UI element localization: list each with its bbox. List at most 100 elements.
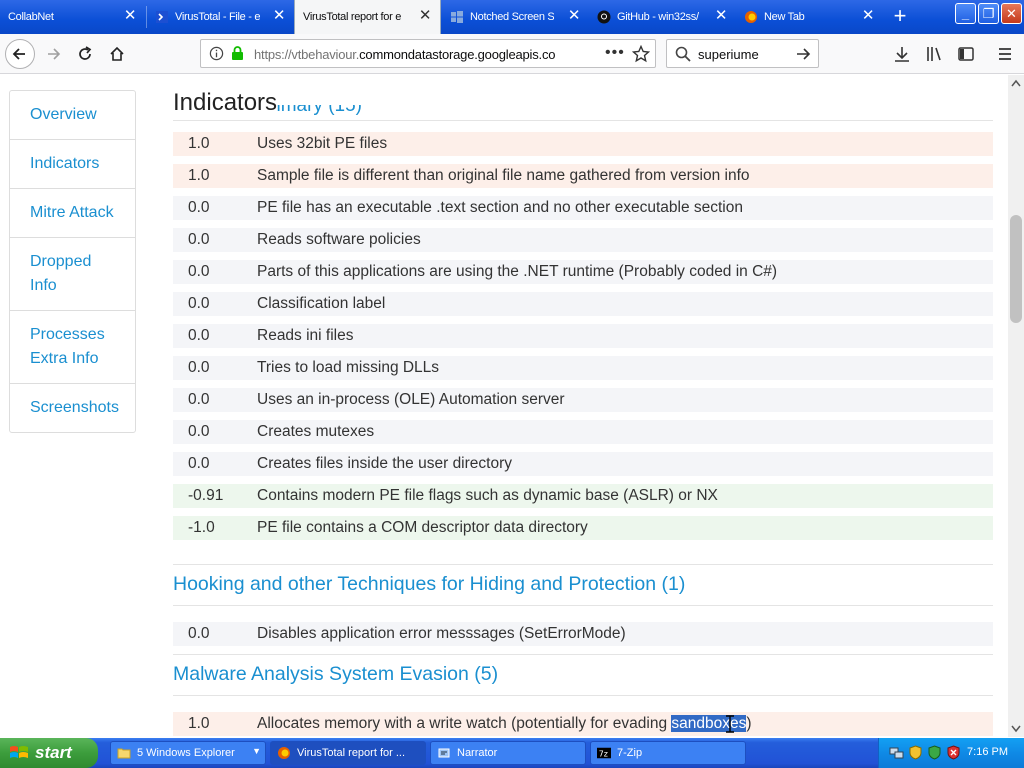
system-clock: 7:16 PM — [967, 746, 1008, 758]
search-input[interactable]: superiume — [698, 47, 759, 62]
taskbar-item-label: Narrator — [457, 747, 498, 759]
url-text[interactable]: https://vtbehaviour.commondatastorage.go… — [254, 47, 576, 62]
indicator-description: Uses an in-process (OLE) Automation serv… — [257, 391, 565, 408]
page-actions-icon[interactable]: ••• — [605, 44, 625, 62]
reload-button[interactable] — [70, 39, 100, 69]
antivirus-icon[interactable] — [927, 745, 942, 760]
tab-virustotal-report[interactable]: VirusTotal report for e ✕ — [294, 0, 441, 34]
indicator-score: -0.91 — [188, 487, 224, 504]
minimize-window-button[interactable]: _ — [955, 3, 976, 24]
indicator-row-hooking: 0.0 Disables application error messsages… — [173, 622, 993, 654]
home-button[interactable] — [102, 39, 132, 69]
table-row: 0.0 Uses an in-process (OLE) Automation s… — [173, 388, 993, 412]
taskbar-item-narrator[interactable]: Narrator — [430, 741, 586, 765]
section-title-hooking[interactable]: Hooking and other Techniques for Hiding … — [173, 573, 685, 596]
sidebar-item-processes-extra-info[interactable]: Processes Extra Info — [10, 311, 135, 384]
github-favicon-icon — [597, 10, 611, 24]
tab-new-tab[interactable]: New Tab ✕ — [736, 0, 883, 34]
sidebar-item-indicators[interactable]: Indicators — [10, 140, 135, 189]
url-host: commondatastorage.googleapis.co — [359, 47, 556, 62]
address-bar[interactable]: https://vtbehaviour.commondatastorage.go… — [200, 39, 656, 68]
security-shield-icon[interactable] — [908, 745, 923, 760]
indicator-score: 0.0 — [188, 455, 210, 472]
sidebar-item-screenshots[interactable]: Screenshots — [10, 384, 135, 432]
sidebar-item-mitre-attack[interactable]: Mitre Attack — [10, 189, 135, 238]
url-prefix: https://vtbehaviour. — [254, 47, 360, 62]
indicator-description: Parts of this applications are using the… — [257, 263, 778, 280]
forward-button[interactable] — [38, 39, 68, 69]
reload-icon — [79, 46, 92, 60]
library-icon[interactable] — [925, 45, 943, 63]
taskbar-item-windows-explorer[interactable]: 5 Windows Explorer ▼ — [110, 741, 266, 765]
windows-security-alert-icon[interactable] — [946, 745, 961, 760]
description-text: Allocates memory with a write watch (pot… — [257, 715, 672, 732]
section-title-evasion[interactable]: Malware Analysis System Evasion (5) — [173, 663, 498, 686]
indicator-description: Creates files inside the user directory — [257, 455, 513, 472]
tab-label: Notched Screen S — [470, 11, 555, 23]
section-divider — [173, 605, 993, 606]
sidebar-item-dropped-info[interactable]: Dropped Info — [10, 238, 135, 311]
info-icon[interactable] — [209, 46, 224, 61]
close-tab-icon[interactable]: ✕ — [567, 8, 581, 23]
back-button[interactable] — [5, 39, 35, 69]
close-tab-icon[interactable]: ✕ — [272, 8, 286, 23]
sidebar-item-overview[interactable]: Overview — [10, 91, 135, 140]
taskbar-item-label: 5 Windows Explorer — [137, 747, 235, 759]
close-tab-icon[interactable]: ✕ — [714, 8, 728, 23]
table-row: -1.0 PE file contains a COM descriptor da… — [173, 516, 993, 540]
indicator-score: 0.0 — [188, 359, 210, 376]
indicator-description: Reads software policies — [257, 231, 421, 248]
table-row: 0.0 Classification label — [173, 292, 993, 316]
taskbar-item-firefox[interactable]: VirusTotal report for ... — [270, 741, 426, 765]
close-window-button[interactable]: ✕ — [1001, 3, 1022, 24]
table-row: 1.0 Allocates memory with a write watch … — [173, 712, 993, 736]
download-icon[interactable] — [893, 45, 911, 63]
indicator-score: 0.0 — [188, 231, 210, 248]
vertical-scrollbar[interactable] — [1008, 75, 1024, 737]
taskbar-item-7zip[interactable]: 7z 7-Zip — [590, 741, 746, 765]
close-tab-icon[interactable]: ✕ — [123, 8, 137, 23]
table-row: 0.0 PE file has an executable .text secti… — [173, 196, 993, 220]
tab-label: VirusTotal - File - e — [175, 11, 261, 23]
hamburger-menu-icon[interactable] — [996, 45, 1014, 63]
maximize-window-button[interactable]: ❐ — [978, 3, 999, 24]
new-tab-plus-icon[interactable]: + — [888, 4, 912, 28]
page-content: Overview Indicators Mitre Attack Dropped… — [0, 75, 1008, 737]
close-tab-icon[interactable]: ✕ — [418, 8, 432, 23]
svg-text:7z: 7z — [599, 750, 608, 759]
indicators-sidebar-nav: Overview Indicators Mitre Attack Dropped… — [9, 90, 136, 433]
indicator-description: Sample file is different than original f… — [257, 167, 750, 184]
indicator-score: 1.0 — [188, 167, 210, 184]
forward-arrow-icon — [48, 48, 61, 60]
indicator-score: 0.0 — [188, 423, 210, 440]
scroll-up-arrow-icon[interactable] — [1008, 75, 1024, 91]
indicator-score: 0.0 — [188, 263, 210, 280]
search-go-arrow-icon[interactable] — [795, 46, 811, 62]
network-icon[interactable] — [889, 745, 904, 760]
bookmark-star-icon[interactable] — [632, 45, 650, 63]
scrollbar-thumb[interactable] — [1010, 215, 1022, 323]
indicator-score: 0.0 — [188, 199, 210, 216]
indicator-description: Tries to load missing DLLs — [257, 359, 440, 376]
start-button[interactable]: start — [0, 738, 98, 768]
sidebar-toggle-icon[interactable] — [957, 45, 975, 63]
lock-icon — [232, 46, 243, 60]
table-row: 0.0 Disables application error messsages… — [173, 622, 993, 646]
tab-notched-screen[interactable]: Notched Screen S ✕ — [442, 0, 589, 34]
search-bar[interactable]: superiume — [666, 39, 819, 68]
tab-label: New Tab — [764, 11, 805, 23]
tab-github[interactable]: GitHub - win32ss/ ✕ — [589, 0, 736, 34]
scroll-down-arrow-icon[interactable] — [1008, 721, 1024, 737]
tab-collabnet[interactable]: CollabNet ✕ — [0, 0, 145, 34]
start-label: start — [35, 743, 72, 762]
tab-virustotal-file[interactable]: VirusTotal - File - e ✕ — [147, 0, 294, 34]
indicator-description: Creates mutexes — [257, 423, 375, 440]
table-row: 0.0 Creates files inside the user directo… — [173, 452, 993, 476]
table-row: 1.0 Sample file is different than origina… — [173, 164, 993, 188]
tab-label: GitHub - win32ss/ — [617, 11, 699, 23]
close-tab-icon[interactable]: ✕ — [861, 8, 875, 23]
indicator-score: 0.0 — [188, 327, 210, 344]
page-title: Indicators — [173, 89, 278, 117]
indicator-description: Disables application error messsages (Se… — [257, 625, 626, 642]
indicator-description: Uses 32bit PE files — [257, 135, 388, 152]
